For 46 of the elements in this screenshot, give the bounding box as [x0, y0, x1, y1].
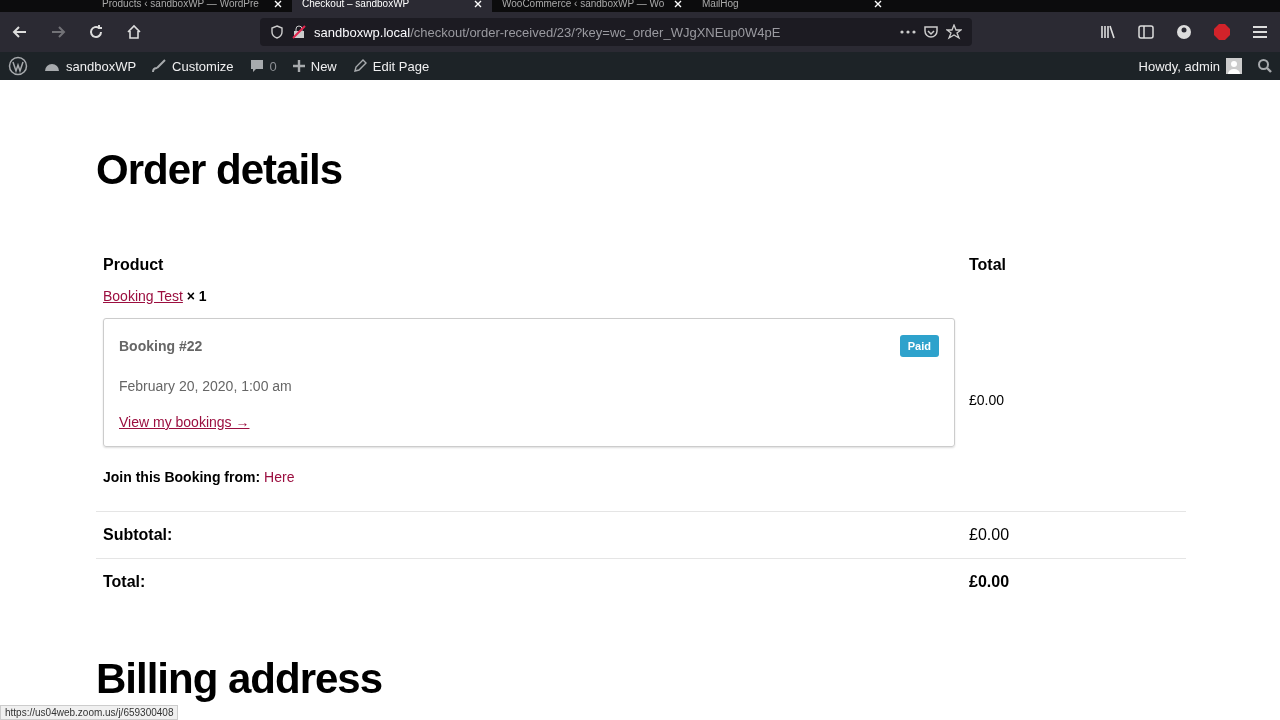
comment-icon: [249, 59, 264, 73]
pocket-icon[interactable]: [924, 25, 938, 39]
more-icon[interactable]: [900, 30, 916, 34]
account-menu[interactable]: Howdy, admin: [1138, 58, 1242, 74]
booking-title: Booking #22: [119, 338, 203, 354]
search-icon[interactable]: [1258, 59, 1272, 73]
booking-date: February 20, 2020, 1:00 am: [119, 378, 293, 394]
comments-link[interactable]: 0: [249, 58, 277, 74]
address-bar[interactable]: sandboxwp.local/checkout/order-received/23/?key=wc_order_WJgXNEup0W4pE: [260, 18, 972, 46]
section-heading: Billing address: [96, 655, 384, 703]
totals-value: £0.00: [962, 511, 1186, 558]
column-header: Product: [102, 256, 165, 275]
close-icon[interactable]: [874, 0, 882, 8]
join-link[interactable]: Here: [264, 469, 295, 485]
browser-tab[interactable]: Checkout – sandboxWP: [292, 0, 492, 12]
browser-tab[interactable]: Products ‹ sandboxWP — WordPre: [92, 0, 292, 12]
browser-tab[interactable]: MailHog: [692, 0, 892, 12]
site-link[interactable]: sandboxWP: [44, 58, 137, 74]
status-badge: Paid: [899, 335, 939, 357]
lock-icon: [292, 25, 306, 39]
avatar-icon: [1226, 58, 1242, 74]
close-icon[interactable]: [274, 0, 282, 8]
quantity-text: × 1: [186, 288, 207, 304]
totals-label: Total:: [96, 558, 962, 605]
totals-value: £0.00: [962, 558, 1186, 605]
close-icon[interactable]: [674, 0, 682, 8]
customize-link[interactable]: Customize: [152, 58, 234, 74]
new-link[interactable]: New: [292, 58, 337, 74]
status-url: https://us04web.zoom.us/j/659300408: [0, 705, 179, 720]
close-icon[interactable]: [474, 0, 482, 8]
plus-icon: [292, 60, 305, 72]
column-header: Total: [968, 256, 1008, 275]
wordpress-logo-icon[interactable]: [8, 56, 28, 76]
product-link[interactable]: Booking Test: [103, 288, 183, 304]
line-total: £0.00: [969, 391, 1005, 408]
brush-icon: [152, 59, 167, 73]
view-bookings-link[interactable]: View my bookings →: [119, 414, 250, 430]
shield-icon: [270, 25, 284, 39]
edit-page-link[interactable]: Edit Page: [352, 58, 430, 74]
totals-label: Subtotal:: [96, 511, 962, 558]
page-title: Order details: [96, 146, 344, 194]
star-icon[interactable]: [946, 24, 962, 40]
url-text: sandboxwp.local/checkout/order-received/23/?key=wc_order_WJgXNEup0W4pE: [314, 24, 781, 40]
join-label: Join this Booking from:: [103, 469, 261, 485]
browser-tab[interactable]: WooCommerce ‹ sandboxWP — Wo: [492, 0, 692, 12]
pencil-icon: [352, 59, 367, 73]
